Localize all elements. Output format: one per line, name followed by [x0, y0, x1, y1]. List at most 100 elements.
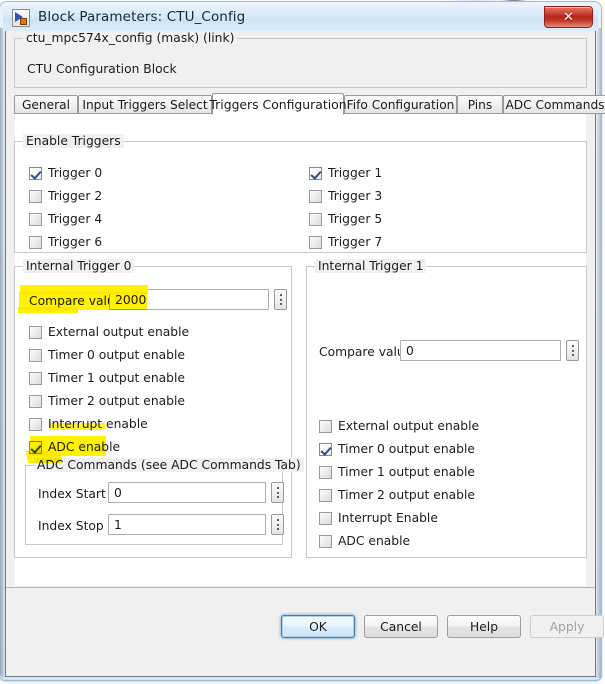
it1-compare-value-label: Compare value	[319, 345, 413, 359]
adc-commands-group: ADC Commands (see ADC Commands Tab) Inde…	[25, 458, 304, 545]
checkbox-unchecked-icon	[29, 348, 42, 362]
checkbox-label: Trigger 1	[328, 166, 383, 180]
internal-trigger-0-legend: Internal Trigger 0	[23, 259, 135, 273]
checkbox-label: Timer 0 output enable	[338, 442, 475, 456]
checkbox-adc-enable[interactable]: ADC enable	[29, 440, 120, 454]
checkbox-unchecked-icon	[309, 212, 322, 226]
checkbox-timer-2-output-enable[interactable]: Timer 2 output enable	[29, 394, 185, 408]
checkbox-trigger-5[interactable]: Trigger 5	[309, 212, 382, 226]
checkbox-label: Trigger 6	[48, 235, 103, 249]
it0-compare-value-input[interactable]: 2000	[109, 289, 269, 310]
checkbox-label: Trigger 7	[328, 235, 383, 249]
checkbox-external-output-enable[interactable]: External output enable	[29, 325, 189, 339]
checkbox-trigger-6[interactable]: Trigger 6	[29, 235, 102, 249]
checkbox-trigger-4[interactable]: Trigger 4	[29, 212, 102, 226]
it1-compare-value-spinner[interactable]	[566, 340, 579, 361]
window-title: Block Parameters: CTU_Config	[38, 9, 246, 25]
checkbox-interrupt-enable[interactable]: Interrupt Enable	[319, 511, 438, 525]
checkbox-unchecked-icon	[319, 511, 332, 525]
dialog-client-area: ctu_mpc574x_config (mask) (link) CTU Con…	[5, 31, 605, 677]
tab-general[interactable]: General	[14, 95, 78, 114]
window-right-shadow	[596, 28, 601, 678]
checkbox-checked-icon	[29, 166, 42, 180]
internal-trigger-1-group: Internal Trigger 1 Compare value 0 Exter…	[306, 259, 587, 558]
checkbox-label: Interrupt Enable	[338, 511, 438, 525]
index-start-label: Index Start	[38, 487, 106, 501]
help-button[interactable]: Help	[447, 615, 521, 638]
checkbox-unchecked-icon	[29, 189, 42, 203]
checkbox-trigger-0[interactable]: Trigger 0	[29, 166, 102, 180]
index-stop-input[interactable]: 1	[108, 514, 266, 535]
checkbox-unchecked-icon	[29, 417, 42, 431]
checkbox-external-output-enable[interactable]: External output enable	[319, 419, 479, 433]
checkbox-label: External output enable	[48, 325, 190, 339]
checkbox-timer-0-output-enable[interactable]: Timer 0 output enable	[319, 442, 475, 456]
checkbox-unchecked-icon	[319, 465, 332, 479]
checkbox-label: Timer 0 output enable	[48, 348, 185, 362]
checkbox-checked-icon	[319, 442, 332, 456]
checkbox-unchecked-icon	[319, 419, 332, 433]
tab-fifo-configuration[interactable]: Fifo Configuration	[344, 95, 457, 114]
checkbox-unchecked-icon	[319, 534, 332, 548]
ok-button[interactable]: OK	[281, 615, 355, 638]
checkbox-label: Interrupt enable	[48, 417, 148, 431]
tab-pins[interactable]: Pins	[457, 95, 503, 114]
index-stop-label: Index Stop	[38, 519, 104, 533]
checkbox-trigger-3[interactable]: Trigger 3	[309, 189, 382, 203]
checkbox-label: Timer 1 output enable	[48, 371, 185, 385]
internal-trigger-1-legend: Internal Trigger 1	[315, 259, 427, 273]
index-start-input[interactable]: 0	[108, 482, 266, 503]
tab-label: ADC Commands	[505, 97, 605, 112]
checkbox-label: External output enable	[338, 419, 480, 433]
checkbox-label: Trigger 0	[48, 166, 103, 180]
checkbox-timer-2-output-enable[interactable]: Timer 2 output enable	[319, 488, 475, 502]
internal-trigger-0-group: Internal Trigger 0 Compare value 2000 Ex…	[14, 259, 304, 558]
mask-description-group: ctu_mpc574x_config (mask) (link) CTU Con…	[14, 31, 587, 88]
mask-group-legend: ctu_mpc574x_config (mask) (link)	[23, 31, 238, 45]
tab-adc-commands[interactable]: ADC Commands	[503, 95, 605, 114]
tab-triggers-configuration[interactable]: Triggers Configuration	[209, 93, 347, 115]
tab-label: General	[21, 97, 71, 112]
checkbox-label: Trigger 2	[48, 189, 103, 203]
close-icon: ✕	[563, 9, 574, 25]
it1-compare-value-input[interactable]: 0	[400, 340, 561, 361]
checkbox-label: Trigger 3	[328, 189, 383, 203]
close-button[interactable]: ✕	[544, 6, 593, 28]
checkbox-trigger-2[interactable]: Trigger 2	[29, 189, 102, 203]
enable-triggers-group: Enable Triggers Trigger 0 Trigger 2 Trigge…	[14, 134, 587, 253]
checkbox-timer-0-output-enable[interactable]: Timer 0 output enable	[29, 348, 185, 362]
title-bar[interactable]: Block Parameters: CTU_Config ✕	[3, 4, 598, 32]
index-stop-spinner[interactable]	[271, 514, 284, 535]
cancel-button[interactable]: Cancel	[364, 615, 438, 638]
index-start-spinner[interactable]	[271, 482, 284, 503]
checkbox-timer-1-output-enable[interactable]: Timer 1 output enable	[29, 371, 185, 385]
screenshot-root: Block Parameters: CTU_Config ✕ ctu_mpc57…	[0, 0, 605, 684]
checkbox-unchecked-icon	[29, 394, 42, 408]
checkbox-unchecked-icon	[309, 235, 322, 249]
tab-label: Fifo Configuration	[346, 97, 455, 112]
apply-button: Apply	[530, 615, 604, 638]
checkbox-label: Trigger 4	[48, 212, 103, 226]
checkbox-adc-enable[interactable]: ADC enable	[319, 534, 410, 548]
checkbox-unchecked-icon	[29, 371, 42, 385]
checkbox-trigger-1[interactable]: Trigger 1	[309, 166, 382, 180]
checkbox-unchecked-icon	[29, 325, 42, 339]
simulink-block-icon	[12, 9, 30, 27]
tab-label: Input Triggers Select	[82, 97, 208, 112]
checkbox-trigger-7[interactable]: Trigger 7	[309, 235, 382, 249]
checkbox-checked-icon	[29, 440, 42, 454]
checkbox-timer-1-output-enable[interactable]: Timer 1 output enable	[319, 465, 475, 479]
block-icon-square	[20, 18, 27, 25]
checkbox-label: Timer 1 output enable	[338, 465, 475, 479]
checkbox-unchecked-icon	[319, 488, 332, 502]
adc-commands-legend: ADC Commands (see ADC Commands Tab)	[34, 458, 304, 472]
checkbox-label: ADC enable	[338, 534, 411, 548]
it0-compare-value-spinner[interactable]	[274, 289, 287, 310]
tab-input-triggers-select[interactable]: Input Triggers Select	[78, 95, 212, 114]
mask-description-text: CTU Configuration Block	[27, 62, 177, 76]
dialog-button-bar: OK Cancel Help Apply	[6, 587, 604, 676]
checkbox-checked-icon	[309, 166, 322, 180]
checkbox-label: ADC enable	[48, 440, 121, 454]
checkbox-label: Timer 2 output enable	[48, 394, 185, 408]
checkbox-interrupt-enable[interactable]: Interrupt enable	[29, 417, 148, 431]
